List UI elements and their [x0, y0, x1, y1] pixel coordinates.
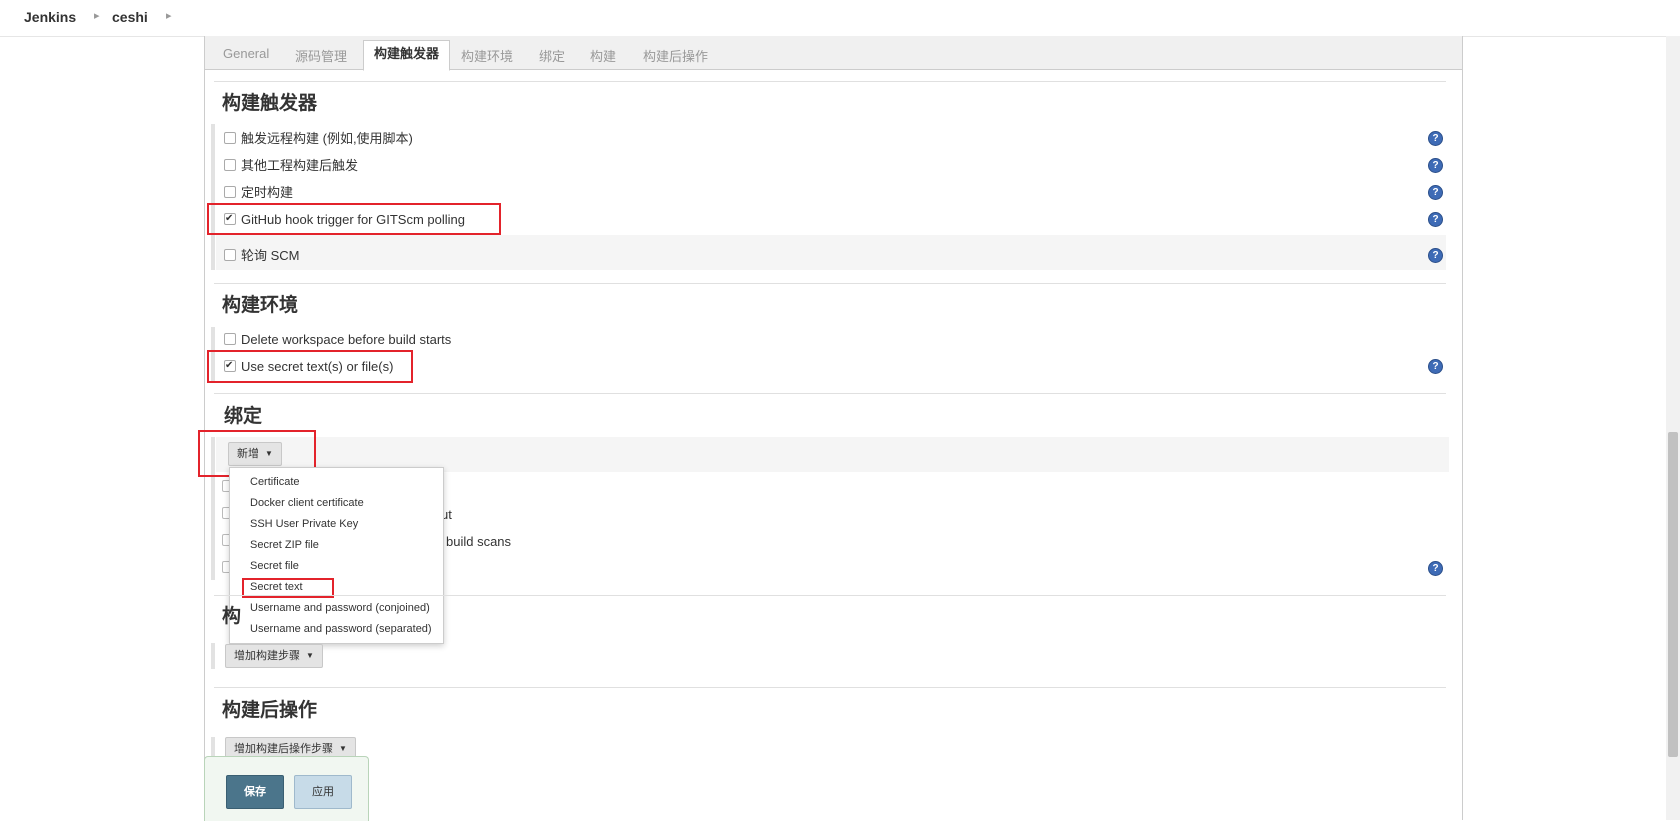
checkbox[interactable] [224, 132, 236, 144]
section-divider [214, 393, 1446, 394]
section-divider [214, 283, 1446, 284]
menu-item-ssh-key[interactable]: SSH User Private Key [250, 518, 358, 530]
menu-item-docker-cert[interactable]: Docker client certificate [250, 497, 364, 509]
binding-type-menu: Certificate Docker client certificate SS… [229, 467, 444, 644]
config-tabs: General 源码管理 构建触发器 构建环境 绑定 构建 构建后操作 [205, 36, 1462, 71]
breadcrumb-jenkins[interactable]: Jenkins [24, 9, 76, 25]
apply-button[interactable]: 应用 [294, 775, 352, 809]
hidden-binding-label: build scans [446, 534, 512, 549]
tab-general[interactable]: General [223, 46, 269, 61]
menu-item-secret-zip[interactable]: Secret ZIP file [250, 539, 319, 551]
menu-item-user-pass-separated[interactable]: Username and password (separated) [250, 623, 432, 635]
breadcrumb-bar: Jenkins ▸ ceshi ▸ [0, 0, 1680, 37]
section-divider [214, 595, 1446, 596]
checkbox-label: Delete workspace before build starts [241, 332, 452, 347]
menu-item-user-pass-conjoined[interactable]: Username and password (conjoined) [250, 602, 430, 614]
scrollbar-thumb[interactable] [1668, 432, 1678, 757]
highlight-box [207, 203, 501, 235]
tab-scm[interactable]: 源码管理 [295, 46, 347, 65]
config-panel: General 源码管理 构建触发器 构建环境 绑定 构建 构建后操作 [204, 36, 1463, 820]
add-build-step-label: 增加构建步骤 [234, 650, 300, 662]
tab-post-build[interactable]: 构建后操作 [643, 46, 708, 65]
section-title-post-build: 构建后操作 [222, 700, 318, 721]
section-title-triggers: 构建触发器 [222, 93, 318, 114]
checkbox-label: 定时构建 [241, 185, 294, 200]
section-bar [211, 643, 215, 669]
help-icon[interactable]: ? [1428, 158, 1443, 173]
breadcrumb-separator-icon[interactable]: ▸ [166, 9, 172, 22]
add-post-build-step-label: 增加构建后操作步骤 [234, 743, 333, 755]
tab-bindings[interactable]: 绑定 [539, 46, 565, 65]
help-icon[interactable]: ? [1428, 185, 1443, 200]
tab-build[interactable]: 构建 [590, 46, 616, 65]
section-title-build: 构 [222, 606, 242, 627]
checkbox[interactable] [224, 333, 236, 345]
checkbox-label: 轮询 SCM [241, 248, 300, 263]
checkbox[interactable] [224, 186, 236, 198]
menu-item-certificate[interactable]: Certificate [250, 476, 300, 488]
section-bar [211, 124, 215, 270]
caret-down-icon: ▼ [306, 651, 314, 661]
tab-build-triggers[interactable]: 构建触发器 [363, 40, 451, 71]
section-divider [214, 81, 1446, 82]
help-icon[interactable]: ? [1428, 212, 1443, 227]
menu-item-secret-file[interactable]: Secret file [250, 560, 299, 572]
highlight-box [207, 350, 413, 383]
breadcrumb-separator-icon[interactable]: ▸ [94, 9, 100, 22]
help-icon[interactable]: ? [1428, 561, 1443, 576]
section-divider [214, 687, 1446, 688]
checkbox[interactable] [224, 249, 236, 261]
tab-build-env[interactable]: 构建环境 [461, 46, 513, 65]
row-shade [216, 235, 1446, 270]
help-icon[interactable]: ? [1428, 359, 1443, 374]
checkbox[interactable] [224, 159, 236, 171]
checkbox-label: 触发远程构建 (例如,使用脚本) [241, 131, 413, 146]
save-bar: 保存 应用 [204, 756, 369, 821]
checkbox-label: 其他工程构建后触发 [241, 158, 359, 173]
save-button[interactable]: 保存 [226, 775, 284, 809]
breadcrumb-job[interactable]: ceshi [112, 9, 148, 25]
section-title-build-env: 构建环境 [222, 295, 299, 316]
section-title-bindings: 绑定 [224, 406, 263, 427]
help-icon[interactable]: ? [1428, 248, 1443, 263]
help-icon[interactable]: ? [1428, 131, 1443, 146]
add-build-step-button[interactable]: 增加构建步骤 ▼ [225, 644, 323, 668]
